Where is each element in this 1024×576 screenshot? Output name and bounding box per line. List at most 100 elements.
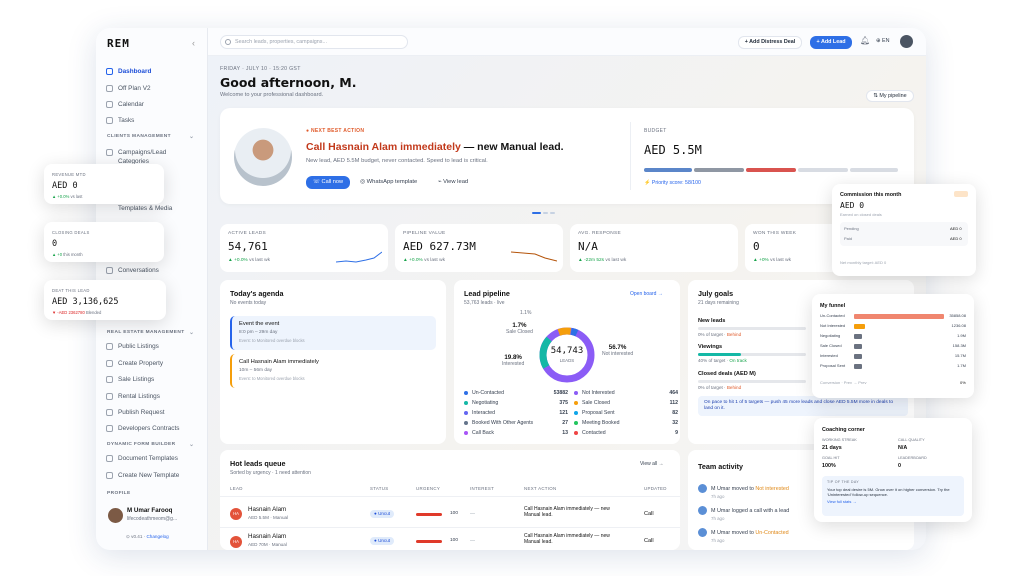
goal-progress-bar: [698, 327, 806, 330]
activity-item: M Umar moved to Un-Contacted: [698, 528, 789, 537]
my-pipeline-button[interactable]: ⇅ My pipeline: [866, 90, 914, 102]
agenda-item[interactable]: Event the event 8:0 pm – 29m day Event: …: [230, 316, 436, 350]
search-input[interactable]: Search leads, properties, campaigns...: [220, 35, 408, 49]
priority-score: ⚡ Priority score: 58/100: [644, 180, 701, 186]
funnel-row: Interested 15.7M: [820, 353, 966, 359]
section-profile: PROFILE: [107, 491, 131, 496]
hot-leads-card: Hot leads queue Sorted by urgency · 1 ne…: [220, 450, 680, 550]
language-switcher[interactable]: ⊕ EN: [876, 38, 890, 44]
agenda-item[interactable]: Call Hasnain Alam immediately 10m – 56m …: [230, 354, 436, 388]
tip-box: TIP OF THE DAY Your top deal desire is 5…: [822, 476, 964, 516]
activity-item: M Umar logged a call with a lead: [698, 506, 789, 515]
sidebar-item-publish-request[interactable]: Publish Request: [102, 405, 202, 419]
view-lead-button[interactable]: ⌁ View lead: [438, 179, 468, 185]
sidebar-item-dashboard[interactable]: Dashboard: [102, 64, 202, 78]
avatar: [698, 484, 707, 493]
sidebar-item-document-templates[interactable]: Document Templates: [102, 451, 202, 465]
agenda-card: Today's agenda No events today Event the…: [220, 280, 446, 444]
donut-label: 56.7% Not interested: [602, 344, 634, 357]
section-dynamic-form-builder[interactable]: DYNAMIC FORM BUILDER ⌄: [107, 442, 194, 448]
topbar: Search leads, properties, campaigns... +…: [208, 28, 926, 56]
legend-item: Proposal Sent 82: [574, 410, 678, 416]
app-logo[interactable]: REM: [107, 37, 130, 50]
budget-segment: [850, 168, 898, 172]
lead-pipeline-card: Lead pipeline 53,763 leads · live Open b…: [454, 280, 680, 444]
search-icon: [225, 39, 231, 45]
goals-note: On pace to hit 1 of 5 targets — push 45 …: [698, 396, 908, 416]
coaching-corner-card: Coaching corner WORKING STREAK 21 days C…: [814, 418, 972, 522]
status-badge: [954, 191, 968, 197]
nba-description: New lead, AED 5.5M budget, never contact…: [306, 158, 488, 164]
profile-card[interactable]: M Umar Farooq lifecodeathmeom@g...: [104, 504, 202, 530]
kpi-active-leads: ACTIVE LEADS 54,761 ▲ +0.0% vs last wk: [220, 224, 388, 272]
funnel-row: Negotiating 1.9M: [820, 333, 966, 339]
donut-label: 1.1%: [520, 310, 532, 316]
sidebar-item-public-listings[interactable]: Public Listings: [102, 339, 202, 353]
legend-item: Interacted 121: [464, 410, 568, 416]
call-button[interactable]: Call: [644, 538, 654, 544]
avatar: [108, 508, 123, 523]
sidebar-item-conversations[interactable]: Conversations: [102, 263, 202, 277]
avatar: HA: [230, 536, 242, 548]
chevron-down-icon: ⌄: [189, 330, 195, 336]
profile-email: lifecodeathmeom@g...: [127, 516, 178, 522]
revenue-mtd-card: REVENUE MTD AED 0 ▲ +0.0% vs last: [44, 164, 164, 204]
bell-icon[interactable]: 🔔︎: [860, 36, 870, 45]
kpi-pipeline-value: PIPELINE VALUE AED 627.73M ▲ +0.0% vs la…: [395, 224, 563, 272]
donut-label: 1.7% Sale Closed: [506, 322, 533, 335]
sidebar-item-create-template[interactable]: Create New Template: [102, 468, 202, 482]
legend-item: Meeting Booked 32: [574, 420, 678, 426]
sidebar-item-calendar[interactable]: Calendar: [102, 97, 202, 111]
changelog-link[interactable]: Changelog: [146, 534, 168, 539]
budget-segment: [694, 168, 744, 172]
collapse-sidebar-icon[interactable]: ‹: [192, 38, 195, 48]
open-board-link[interactable]: Open board →: [630, 291, 663, 297]
funnel-row: Un-Contacted 35858.08: [820, 313, 966, 319]
section-real-estate-management[interactable]: REAL ESTATE MANAGEMENT ⌄: [107, 330, 194, 336]
sidebar-item-tasks[interactable]: Tasks: [102, 113, 202, 127]
nba-title: Call Hasnain Alam immediately — new Manu…: [306, 141, 564, 153]
donut-label: 19.8% Interested: [502, 354, 525, 367]
globe-icon: [106, 342, 113, 350]
closing-deals-card: CLOSING DEALS 0 ▲ +0 this month: [44, 222, 164, 262]
call-button[interactable]: Call: [644, 511, 654, 517]
avatar: HA: [230, 508, 242, 520]
deals-card: DEAT THIS LEAD AED 3,136,625 ▼ -AED 2362…: [44, 280, 166, 320]
carousel-dots[interactable]: [532, 212, 555, 214]
section-clients-management[interactable]: CLIENTS MANAGEMENT ⌄: [107, 134, 194, 140]
add-lead-button[interactable]: + Add Lead: [810, 36, 852, 49]
chevron-down-icon: ⌄: [189, 134, 195, 140]
sidebar-item-developers-contracts[interactable]: Developers Contracts: [102, 421, 202, 435]
sidebar-item-sale-listings[interactable]: Sale Listings: [102, 372, 202, 386]
file-icon: [106, 454, 113, 462]
nba-tag: ● NEXT BEST ACTION: [306, 128, 365, 134]
divider: [630, 122, 631, 190]
call-now-button[interactable]: ☏ Call now: [306, 176, 350, 189]
profile-name: M Umar Farooq: [127, 507, 173, 514]
view-full-stats-link[interactable]: View full stats →: [827, 499, 959, 504]
whatsapp-template-button[interactable]: ◎ WhatsApp template: [360, 179, 417, 185]
key-icon: [106, 392, 113, 400]
commission-card: Commission this month AED 0 Earned on cl…: [832, 184, 976, 276]
sidebar-item-rental-listings[interactable]: Rental Listings: [102, 389, 202, 403]
sidebar-item-off-plan[interactable]: Off Plan V2: [102, 81, 202, 95]
user-avatar[interactable]: [900, 35, 913, 48]
view-all-link[interactable]: View all →: [640, 461, 664, 467]
legend-item: Sale Closed 112: [574, 400, 678, 406]
avatar: [698, 506, 707, 515]
sparkline: [336, 251, 382, 263]
agenda-title: Today's agenda: [230, 289, 284, 298]
sidebar-item-create-property[interactable]: Create Property: [102, 356, 202, 370]
document-icon: [106, 424, 113, 432]
legend-item: Un-Contacted 53882: [464, 390, 568, 396]
chevron-down-icon: ⌄: [189, 442, 195, 448]
legend-item: Not Interested 464: [574, 390, 678, 396]
next-best-action-card: ● NEXT BEST ACTION Call Hasnain Alam imm…: [220, 108, 914, 204]
status-badge: ● Uncut: [370, 537, 395, 545]
legend-item: Call Back 13: [464, 430, 568, 436]
add-distress-deal-button[interactable]: + Add Distress Deal: [738, 36, 802, 49]
welcome-text: Welcome to your professional dashboard.: [220, 92, 324, 98]
status-badge: ● Uncut: [370, 510, 395, 518]
app-window: REM ‹ Dashboard Off Plan V2 Calendar Tas…: [96, 28, 926, 550]
building-icon: [106, 84, 113, 92]
